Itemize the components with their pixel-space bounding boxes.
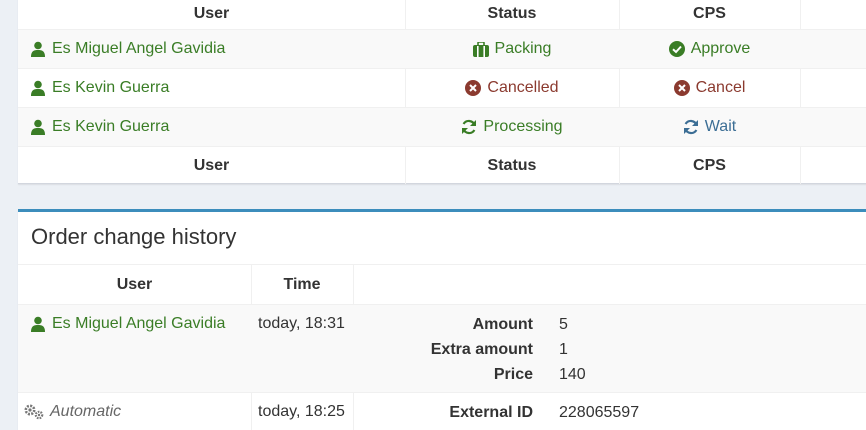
- times-circle-icon: [465, 80, 482, 96]
- change-item: Extra amount 1: [353, 337, 568, 362]
- history-time: today, 18:25: [258, 403, 345, 420]
- user-name: Es Kevin Guerra: [52, 79, 170, 96]
- user-icon: [30, 41, 46, 57]
- check-circle-icon: [668, 41, 685, 57]
- user-link[interactable]: Es Kevin Guerra: [30, 69, 169, 107]
- history-table-header: User Time: [18, 265, 866, 304]
- change-key: Amount: [472, 315, 533, 333]
- refresh-icon: [461, 119, 477, 135]
- change-value: 228065597: [559, 403, 640, 421]
- refresh-icon: [683, 119, 699, 135]
- change-value: 140: [559, 365, 586, 383]
- cps-table-footer: User Status CPS: [18, 146, 866, 184]
- cps-wait[interactable]: Wait: [619, 108, 800, 146]
- change-value: 5: [559, 315, 568, 333]
- table-row: Es Miguel Angel Gavidia Packing Approve: [18, 29, 866, 68]
- user-name: Es Kevin Guerra: [52, 118, 170, 135]
- change-value: 1: [559, 340, 568, 358]
- change-key: Extra amount: [430, 340, 533, 358]
- header-time: Time: [283, 275, 321, 293]
- status-packing: Packing: [405, 30, 619, 68]
- status-cancelled: Cancelled: [405, 69, 619, 107]
- order-history-box: Order change history User Time Es Miguel…: [18, 209, 866, 430]
- user-icon: [30, 316, 46, 332]
- user-name: Es Miguel Angel Gavidia: [52, 40, 226, 57]
- change-key: External ID: [449, 403, 533, 421]
- cps-table-header: User Status CPS: [18, 0, 866, 29]
- user-name: Es Miguel Angel Gavidia: [52, 315, 226, 332]
- header-user: User: [193, 4, 230, 22]
- header-user: User: [116, 275, 153, 293]
- history-time: today, 18:31: [258, 315, 345, 332]
- cps-approve[interactable]: Approve: [619, 30, 800, 68]
- change-item: Amount 5: [353, 312, 568, 337]
- table-row: Es Kevin Guerra Processing Wait: [18, 107, 866, 146]
- times-circle-icon: [673, 80, 690, 96]
- automatic-user: Automatic: [24, 401, 121, 423]
- gears-icon: [24, 404, 46, 420]
- cps-cancel[interactable]: Cancel: [619, 69, 800, 107]
- briefcase-icon: [472, 41, 489, 57]
- change-item: Price 140: [353, 362, 586, 387]
- footer-user: User: [193, 156, 230, 174]
- box-title: Order change history: [31, 224, 237, 249]
- change-key: Price: [493, 365, 533, 383]
- history-row: Automatic today, 18:25 External ID 22806…: [18, 392, 866, 430]
- cps-table-box: User Status CPS Es Miguel Angel Gavidia …: [18, 0, 866, 184]
- table-row: Es Kevin Guerra Cancelled Cancel: [18, 68, 866, 107]
- history-row: Es Miguel Angel Gavidia today, 18:31 Amo…: [18, 304, 866, 392]
- user-icon: [30, 119, 46, 135]
- footer-status: Status: [487, 156, 537, 174]
- header-status: Status: [487, 4, 537, 22]
- user-link[interactable]: Es Miguel Angel Gavidia: [30, 313, 225, 335]
- user-icon: [30, 80, 46, 96]
- user-link[interactable]: Es Miguel Angel Gavidia: [30, 30, 225, 68]
- header-cps: CPS: [693, 4, 726, 22]
- change-item: External ID 228065597: [353, 400, 639, 425]
- user-name: Automatic: [50, 403, 122, 420]
- footer-cps: CPS: [693, 156, 726, 174]
- status-processing: Processing: [405, 108, 619, 146]
- user-link[interactable]: Es Kevin Guerra: [30, 108, 169, 146]
